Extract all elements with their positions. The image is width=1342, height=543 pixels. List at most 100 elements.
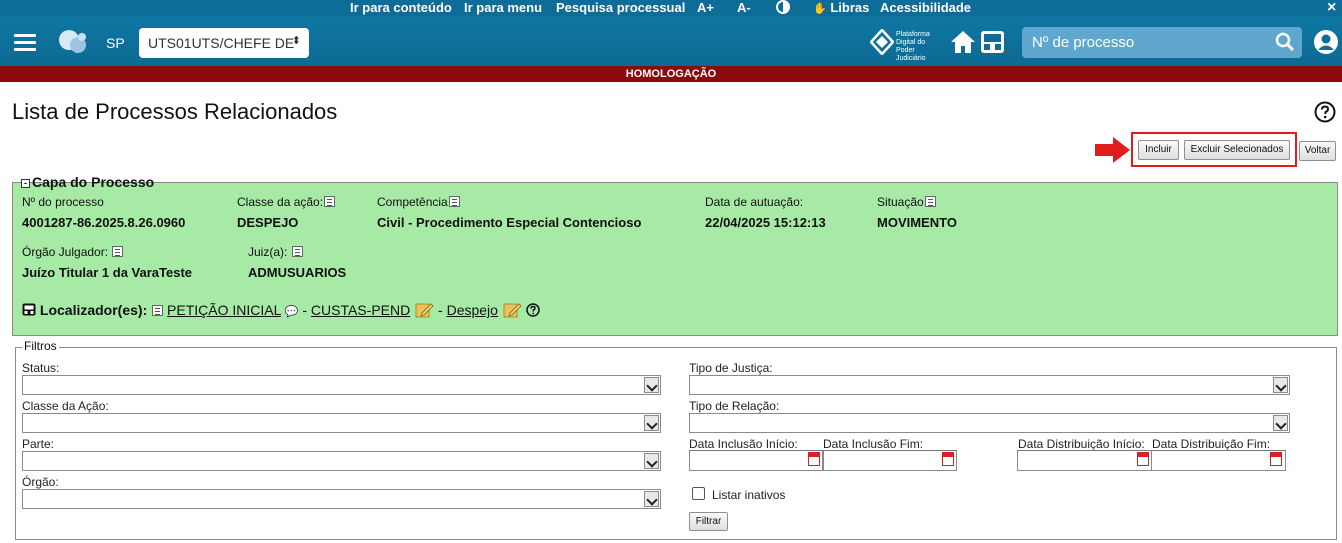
- back-button[interactable]: Voltar: [1299, 141, 1336, 161]
- details-icon[interactable]: [152, 305, 164, 316]
- process-search-link[interactable]: Pesquisa processual: [556, 0, 685, 15]
- libras-label: Libras: [830, 0, 870, 15]
- action-class-filter-label: Classe da Ação:: [22, 399, 109, 413]
- relation-type-select[interactable]: [689, 413, 1290, 433]
- chevron-down-icon: [1273, 377, 1288, 393]
- organ-select[interactable]: [22, 489, 661, 509]
- pdpj-logo[interactable]: Plataforma Digital do Poder Judiciário: [870, 29, 946, 62]
- profile-select[interactable]: UTS01UTS/CHEFE DE ⬍: [139, 28, 309, 58]
- font-increase-button[interactable]: A+: [697, 0, 714, 15]
- help-icon[interactable]: [1314, 101, 1336, 128]
- filter-button[interactable]: Filtrar: [689, 512, 728, 531]
- skip-to-menu-link[interactable]: Ir para menu: [464, 0, 542, 15]
- edit-note-icon[interactable]: [502, 301, 522, 319]
- details-icon[interactable]: [112, 246, 124, 257]
- situation-label: Situação: [877, 195, 936, 209]
- skip-to-content-link[interactable]: Ir para conteúdo: [350, 0, 452, 15]
- party-select[interactable]: [22, 451, 661, 471]
- inclusion-end-input[interactable]: [823, 450, 957, 471]
- font-decrease-button[interactable]: A-: [737, 0, 751, 15]
- details-icon[interactable]: [448, 196, 460, 207]
- inbox-icon: [22, 303, 36, 316]
- profile-select-value: UTS01UTS/CHEFE DE: [148, 35, 295, 51]
- status-label: Status:: [22, 361, 60, 375]
- process-cover-legend[interactable]: - Capa do Processo: [20, 174, 155, 190]
- edit-note-icon[interactable]: [414, 301, 434, 319]
- filters-legend: Filtros: [22, 339, 59, 353]
- relation-type-label: Tipo de Relação:: [689, 399, 780, 413]
- search-icon[interactable]: [1275, 32, 1295, 57]
- collapse-icon[interactable]: -: [21, 179, 30, 188]
- menu-icon[interactable]: [14, 34, 36, 51]
- locator-link[interactable]: PETIÇÃO INICIAL: [167, 302, 281, 318]
- close-icon[interactable]: ×: [1327, 0, 1336, 16]
- pdpj-text: Plataforma Digital do Poder Judiciário: [896, 31, 930, 62]
- calendar-icon[interactable]: [942, 452, 954, 466]
- chevron-down-icon: [644, 453, 659, 469]
- justice-type-select[interactable]: [689, 375, 1290, 395]
- judge-label-text: Juiz(a):: [248, 245, 288, 259]
- separator: -: [438, 302, 443, 318]
- process-number-value: 4001287-86.2025.8.26.0960: [22, 215, 186, 230]
- libras-link[interactable]: ✋ Libras: [813, 0, 869, 17]
- organ-label: Órgão:: [22, 475, 59, 489]
- judge-label: Juiz(a):: [248, 245, 303, 259]
- accessibility-bar: Ir para conteúdo Ir para menu Pesquisa p…: [0, 0, 1342, 16]
- pdpj-diamond-icon: [870, 29, 894, 55]
- locators-row: Localizador(es): PETIÇÃO INICIAL 💬 - CUS…: [22, 301, 540, 319]
- delete-selected-button[interactable]: Excluir Selecionados: [1184, 140, 1290, 160]
- action-class-label-text: Classe da ação:: [237, 195, 324, 209]
- chevron-down-icon: [1273, 415, 1288, 431]
- contrast-icon[interactable]: [776, 0, 790, 17]
- distribution-start-input[interactable]: [1017, 450, 1152, 471]
- include-button[interactable]: Incluir: [1138, 140, 1179, 160]
- competence-label-text: Competência: [377, 195, 448, 209]
- distribution-end-input[interactable]: [1151, 450, 1286, 471]
- page-title: Lista de Processos Relacionados: [12, 99, 338, 124]
- locator-link[interactable]: CUSTAS-PEND: [311, 302, 410, 318]
- list-inactive-label: Listar inativos: [712, 488, 786, 502]
- list-inactive-checkbox[interactable]: [692, 487, 705, 500]
- judging-body-label-text: Órgão Julgador:: [22, 245, 109, 259]
- competence-label: Competência: [377, 195, 460, 209]
- details-icon[interactable]: [324, 196, 336, 207]
- process-number-search: [1022, 27, 1302, 58]
- action-class-label: Classe da ação:: [237, 195, 336, 209]
- updown-icon: ⬍: [291, 35, 301, 47]
- hand-icon: ✋: [813, 3, 827, 15]
- judging-body-value: Juízo Titular 1 da VaraTeste: [22, 265, 193, 280]
- state-label: SP: [106, 35, 125, 51]
- filing-date-label: Data de autuação:: [705, 195, 804, 209]
- calendar-icon[interactable]: [808, 452, 820, 466]
- action-class-select[interactable]: [22, 413, 661, 433]
- inclusion-start-input[interactable]: [689, 450, 823, 471]
- environment-banner: HOMOLOGAÇÃO: [0, 66, 1342, 82]
- locators-label: Localizador(es):: [39, 302, 148, 318]
- party-label: Parte:: [22, 437, 55, 451]
- calendar-icon[interactable]: [1270, 452, 1282, 466]
- inclusion-end-label: Data Inclusão Fim:: [823, 437, 924, 451]
- home-icon[interactable]: [950, 29, 976, 55]
- annotation-arrow-icon: [1095, 136, 1131, 169]
- distribution-start-label: Data Distribuição Início:: [1018, 437, 1145, 451]
- user-avatar-icon[interactable]: [1313, 29, 1339, 60]
- process-number-input[interactable]: [1032, 34, 1262, 51]
- app-logo-icon[interactable]: [58, 29, 88, 55]
- details-icon[interactable]: [924, 196, 936, 207]
- inbox-icon[interactable]: [980, 30, 1005, 54]
- action-class-value: DESPEJO: [237, 215, 299, 230]
- situation-value: MOVIMENTO: [877, 215, 957, 230]
- distribution-end-label: Data Distribuição Fim:: [1152, 437, 1271, 451]
- help-icon[interactable]: [525, 303, 540, 317]
- process-cover-title: Capa do Processo: [32, 174, 155, 190]
- judging-body-label: Órgão Julgador:: [22, 245, 124, 259]
- chevron-down-icon: [644, 491, 659, 507]
- locator-link[interactable]: Despejo: [447, 302, 498, 318]
- details-icon[interactable]: [291, 246, 303, 257]
- competence-value: Civil - Procedimento Especial Contencios…: [377, 215, 642, 230]
- chevron-down-icon: [644, 377, 659, 393]
- accessibility-link[interactable]: Acessibilidade: [880, 0, 971, 15]
- calendar-icon[interactable]: [1137, 452, 1149, 466]
- status-select[interactable]: [22, 375, 661, 395]
- comment-icon[interactable]: 💬: [285, 306, 299, 318]
